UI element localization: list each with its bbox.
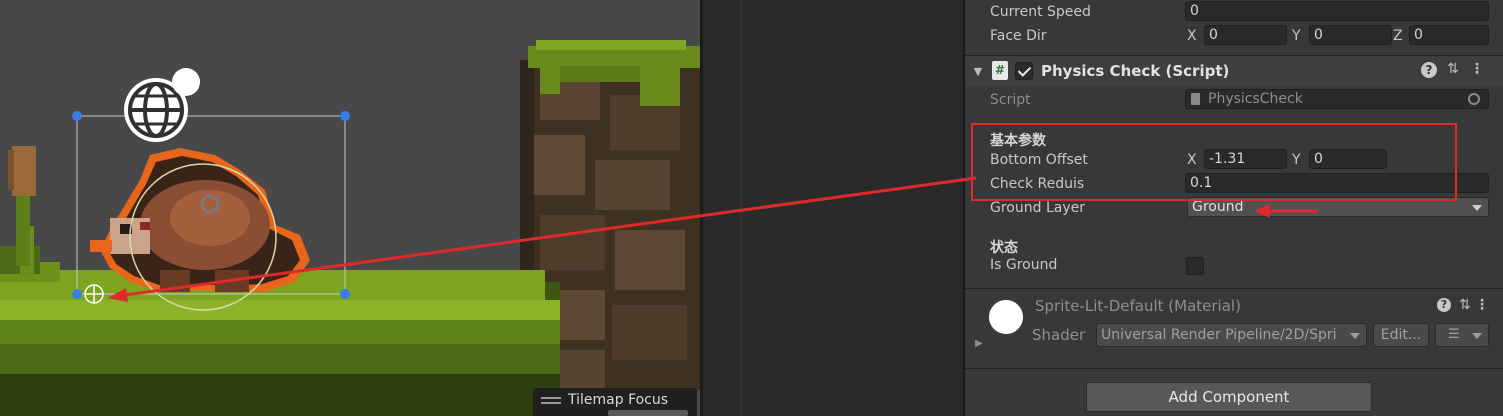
is-ground-label: Is Ground: [990, 257, 1058, 273]
material-foldout-icon[interactable]: ▶: [973, 336, 985, 352]
current-speed-field[interactable]: 0: [1185, 1, 1489, 21]
check-radius-label: Check Reduis: [990, 176, 1085, 192]
tilemap-focus-label: Tilemap Focus: [568, 392, 669, 408]
object-picker-icon[interactable]: [1468, 93, 1480, 105]
script-label: Script: [990, 92, 1031, 108]
foldout-arrow-icon[interactable]: ▼: [971, 64, 985, 80]
bottom-offset-label: Bottom Offset: [990, 152, 1088, 168]
face-dir-z-axis: Z: [1393, 28, 1403, 44]
panel-stripe: [739, 0, 743, 416]
is-ground-checkbox[interactable]: [1186, 257, 1204, 275]
list-icon: ☰: [1448, 327, 1460, 342]
script-object-field[interactable]: PhysicsCheck: [1185, 89, 1489, 109]
overlay-drag-handle-icon[interactable]: [541, 397, 561, 404]
scene-canvas: [0, 40, 700, 416]
preset-icon[interactable]: ⇅: [1445, 61, 1461, 77]
chevron-down-icon: [1472, 205, 1482, 211]
options-chevron-icon: [1472, 333, 1482, 339]
kebab-menu-icon[interactable]: ⋮: [1469, 61, 1485, 77]
shader-label: Shader: [1032, 326, 1086, 344]
material-kebab-icon[interactable]: ⋮: [1475, 297, 1489, 313]
material-help-icon[interactable]: ?: [1437, 298, 1451, 312]
tilemap-focus-overlay[interactable]: Tilemap Focus: [533, 388, 697, 416]
ground-layer-dropdown[interactable]: Ground: [1187, 197, 1489, 217]
material-preview-sphere: [986, 297, 1026, 337]
ground-layer-value: Ground: [1192, 199, 1244, 215]
face-dir-x-field[interactable]: 0: [1204, 25, 1287, 45]
shader-dropdown[interactable]: Universal Render Pipeline/2D/Spri: [1096, 323, 1367, 347]
bottom-offset-y-axis: Y: [1292, 152, 1301, 168]
handle-top-left[interactable]: [72, 111, 82, 121]
ground-layer-label: Ground Layer: [990, 200, 1085, 216]
section-basic-params: 基本参数: [990, 133, 1046, 149]
shader-chevron-icon: [1350, 333, 1360, 339]
bottom-offset-x-field[interactable]: -1.31: [1204, 149, 1287, 169]
component-enabled-checkbox[interactable]: [1015, 62, 1033, 80]
script-file-icon: #: [992, 61, 1008, 80]
check-radius-field[interactable]: 0.1: [1185, 173, 1489, 193]
material-preset-icon[interactable]: ⇅: [1457, 297, 1473, 313]
crosshair-icon: [84, 284, 104, 304]
shader-value: Universal Render Pipeline/2D/Spri: [1101, 327, 1337, 343]
tilemap-focus-dropdown[interactable]: [608, 410, 688, 416]
scene-view[interactable]: Tilemap Focus: [0, 0, 700, 416]
bottom-separator: [965, 368, 1503, 369]
globe-gizmo-icon: [124, 68, 200, 142]
section-state: 状态: [990, 240, 1018, 256]
bottom-offset-y-field[interactable]: 0: [1309, 149, 1387, 169]
help-icon[interactable]: ?: [1421, 62, 1437, 78]
face-dir-z-field[interactable]: 0: [1409, 25, 1489, 45]
component-title: Physics Check (Script): [1041, 62, 1230, 80]
face-dir-label: Face Dir: [990, 28, 1047, 44]
bottom-offset-x-axis: X: [1187, 152, 1197, 168]
empty-panel-area: [703, 0, 965, 416]
face-dir-x-axis: X: [1187, 28, 1197, 44]
face-dir-y-field[interactable]: 0: [1309, 25, 1392, 45]
handle-top-right[interactable]: [340, 111, 350, 121]
material-separator: [965, 288, 1503, 289]
current-speed-label: Current Speed: [990, 4, 1091, 20]
add-component-button[interactable]: Add Component: [1086, 382, 1372, 412]
handle-bottom-right[interactable]: [340, 289, 350, 299]
shader-edit-button[interactable]: Edit...: [1373, 323, 1429, 347]
handle-bottom-left[interactable]: [72, 289, 82, 299]
script-asset-icon: [1191, 93, 1200, 105]
material-title: Sprite-Lit-Default (Material): [1035, 297, 1241, 315]
face-dir-y-axis: Y: [1292, 28, 1301, 44]
shader-options-dropdown[interactable]: ☰: [1435, 323, 1489, 347]
inspector-panel: Current Speed 0 Face Dir X 0 Y 0 Z 0 ▼ #…: [965, 0, 1503, 416]
hedgehog-sprite[interactable]: [90, 148, 310, 292]
